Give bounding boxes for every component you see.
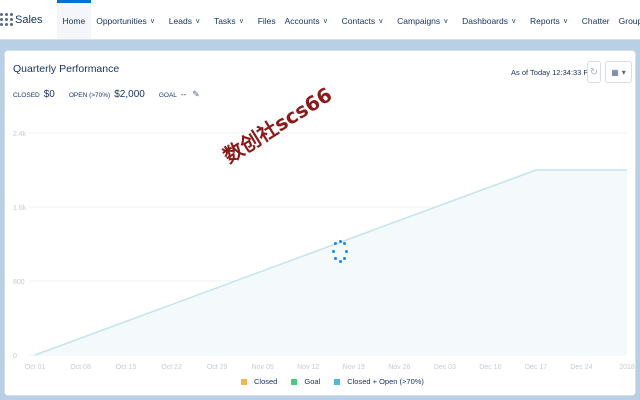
x-tick-label: Nov 26 <box>388 364 410 371</box>
tab-contacts[interactable]: Contacts v <box>337 0 393 39</box>
tab-label: Home <box>62 16 86 26</box>
chevron-down-icon[interactable]: v <box>564 18 573 25</box>
chevron-down-icon[interactable]: v <box>151 18 160 25</box>
x-tick-label: Oct 01 <box>25 364 46 371</box>
chevron-down-icon[interactable]: v <box>240 18 249 25</box>
legend-swatch <box>241 378 247 385</box>
x-tick-label: Dec 24 <box>570 364 592 371</box>
tab-tasks[interactable]: Tasks v <box>209 0 253 39</box>
tab-label: Leads <box>168 16 192 26</box>
legend-item[interactable]: Closed <box>241 377 277 386</box>
tab-label: Campaigns <box>397 16 441 26</box>
global-nav: Sales Home Opportunities v Leads v Tasks v File… <box>0 0 640 40</box>
y-tick-label: 1.6k <box>13 205 27 212</box>
legend-label: Closed + Open (>70%) <box>347 377 424 386</box>
legend-item[interactable]: Goal <box>291 377 320 386</box>
tab-accounts[interactable]: Accounts v <box>280 0 337 39</box>
tab-label: Dashboards <box>462 16 508 26</box>
x-tick-label: Nov 19 <box>343 364 365 371</box>
chevron-down-icon[interactable]: v <box>324 18 333 25</box>
spinner-dot <box>338 239 342 243</box>
x-tick-label: Dec 17 <box>525 364 547 371</box>
y-tick-label: 2.4k <box>13 131 27 138</box>
tab-label: Accounts <box>284 16 320 26</box>
tab-leads[interactable]: Leads v <box>164 0 209 39</box>
app-launcher-icon <box>0 13 13 26</box>
chart-legend: Closed Goal Closed + Open (>70%) <box>241 377 438 386</box>
chevron-down-icon[interactable]: v <box>196 18 205 25</box>
spinner-dot <box>342 242 346 246</box>
tab-dashboards[interactable]: Dashboards v <box>457 0 525 39</box>
x-tick-label: Dec 03 <box>434 364 456 371</box>
tab-label: Contacts <box>341 16 376 26</box>
legend-swatch <box>334 378 341 385</box>
legend-label: Closed <box>254 377 278 386</box>
tab-label: Files <box>257 16 276 26</box>
x-tick-label: Nov 05 <box>252 364 274 371</box>
tab-label: Groups <box>618 16 640 26</box>
tab-groups[interactable]: Groupsv <box>614 0 640 39</box>
tab-files[interactable]: Files <box>253 0 280 39</box>
legend-label: Goal <box>304 377 321 386</box>
spinner-dot <box>344 249 348 253</box>
y-tick-label: 0 <box>13 353 17 360</box>
chevron-down-icon[interactable]: v <box>444 18 453 25</box>
spinner-dot <box>338 259 342 263</box>
chevron-down-icon[interactable]: v <box>379 18 388 25</box>
app-name: Sales <box>15 13 43 26</box>
spinner-icon <box>330 235 350 267</box>
y-tick-label: 800 <box>13 279 25 286</box>
legend-swatch <box>291 378 298 385</box>
x-tick-label: Oct 15 <box>116 364 137 371</box>
spinner-dot <box>342 256 346 260</box>
chevron-down-icon[interactable]: v <box>512 18 521 25</box>
x-tick-label: Oct 22 <box>161 364 182 371</box>
tab-label: Opportunities <box>96 16 147 26</box>
tab-label: Chatter <box>581 16 610 26</box>
tab-label: Tasks <box>213 16 236 26</box>
legend-item[interactable]: Closed + Open (>70%) <box>334 377 424 386</box>
tab-reports[interactable]: Reports v <box>525 0 577 39</box>
spinner-dot <box>334 256 338 260</box>
x-tick-label: 2018 <box>619 364 635 371</box>
x-tick-label: Oct 29 <box>207 364 228 371</box>
spinner-dot <box>334 242 338 246</box>
tab-label: Reports <box>530 16 560 26</box>
tab-opportunities[interactable]: Opportunities v <box>91 0 164 39</box>
tab-chatter[interactable]: Chatter <box>577 0 614 39</box>
spinner-dot <box>332 249 336 253</box>
x-tick-label: Oct 08 <box>70 364 91 371</box>
tab-campaigns[interactable]: Campaigns v <box>392 0 457 39</box>
app-launcher-button[interactable] <box>0 0 13 39</box>
x-tick-label: Nov 12 <box>297 364 319 371</box>
x-tick-label: Dec 10 <box>479 364 501 371</box>
tab-home[interactable]: Home <box>56 0 92 39</box>
nav-tabs: Home Opportunities v Leads v Tasks v Files Accou… <box>56 0 640 39</box>
